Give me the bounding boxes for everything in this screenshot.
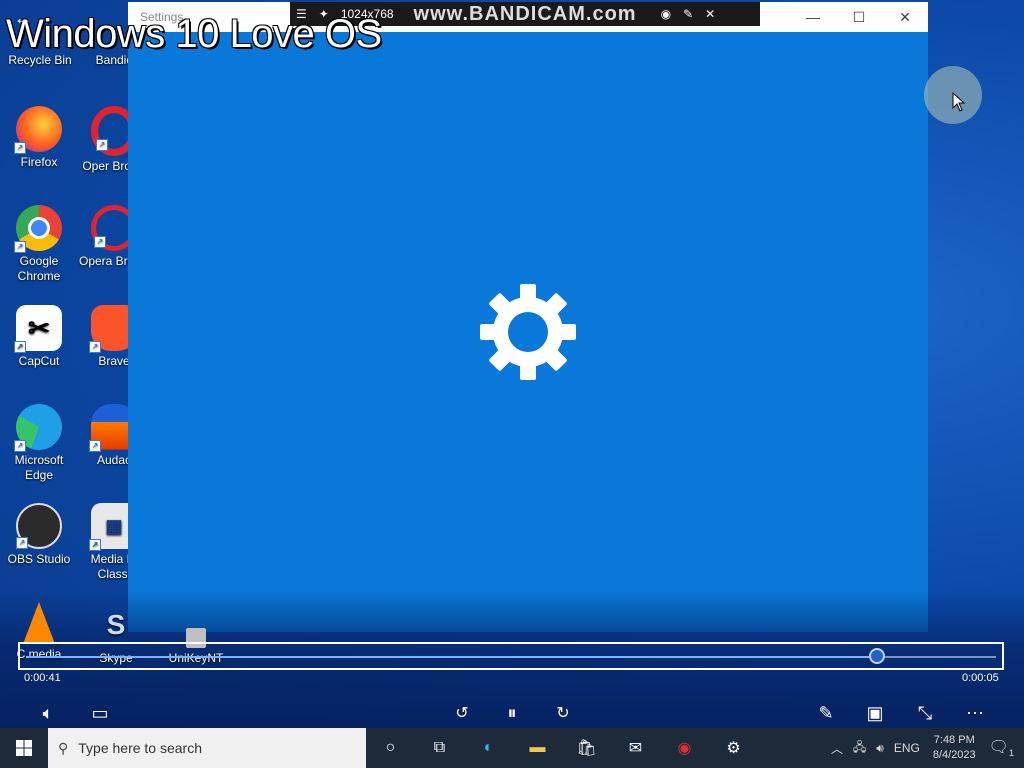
seek-progress xyxy=(26,656,878,658)
store-icon[interactable]: 🛍︎ xyxy=(562,728,611,768)
desktop-icon-label: Google Chrome xyxy=(17,254,61,283)
back-arrow-icon[interactable]: ← xyxy=(14,8,32,29)
desktop-icon-obs[interactable]: ↗ OBS Studio xyxy=(1,503,77,567)
taskbar-search[interactable]: ⚲ Type here to search xyxy=(48,728,366,768)
mouse-cursor-icon xyxy=(952,92,966,112)
taskbar-edge-icon[interactable]: ◐ xyxy=(464,728,513,768)
desktop-icon-chrome[interactable]: ↗ Google Chrome xyxy=(1,205,77,284)
volume-icon[interactable]: 🔈︎ xyxy=(34,700,62,726)
taskbar-settings-icon[interactable]: ⚙ xyxy=(709,728,758,768)
windows-logo-icon xyxy=(16,740,32,756)
firefox-icon: ↗ xyxy=(14,106,62,154)
more-options-icon[interactable]: ⋯ xyxy=(961,700,989,726)
obs-icon: ↗ xyxy=(16,503,62,549)
desktop-icon-firefox[interactable]: ↗ Firefox xyxy=(1,106,77,170)
exit-fullscreen-icon[interactable]: ⤡ xyxy=(911,700,939,726)
system-tray: ︿ 🖧︎ 🔊︎ ENG 7:48 PM 8/4/2023 🗨︎1 xyxy=(826,733,1024,763)
desktop-icon-label: Microsoft Edge xyxy=(14,453,64,482)
settings-gear-icon xyxy=(480,284,576,380)
vlc-icon xyxy=(23,602,55,644)
notification-icon[interactable]: 🗨︎1 xyxy=(989,737,1014,758)
capcut-icon: ✂ ↗ xyxy=(14,305,62,353)
seek-bar[interactable] xyxy=(18,642,1004,670)
rewind-10-icon[interactable]: ↺ xyxy=(448,700,476,726)
clock-time: 7:48 PM xyxy=(933,734,975,746)
taskbar-bandicam-icon[interactable]: ◉ xyxy=(660,728,709,768)
edge-icon: ↗ xyxy=(14,404,62,452)
maximize-button[interactable]: ☐ xyxy=(836,2,882,32)
video-watermark: Windows 10 Love OS xyxy=(6,12,382,56)
start-button[interactable] xyxy=(0,728,48,768)
current-time: 0:00:41 xyxy=(24,672,61,684)
chevron-up-icon[interactable]: ︿ xyxy=(831,740,843,757)
taskbar: ⚲ Type here to search ○ ⧉ ◐ ▬ 🛍︎ ✉ ◉ ⚙ ︿… xyxy=(0,728,1024,768)
camera-icon[interactable]: ◉ xyxy=(661,7,671,21)
notification-count: 1 xyxy=(1008,748,1014,759)
edit-icon[interactable]: ✎ xyxy=(812,700,840,726)
file-explorer-icon[interactable]: ▬ xyxy=(513,728,562,768)
pencil-icon[interactable]: ✎ xyxy=(683,7,693,21)
captions-icon[interactable]: ▭ xyxy=(86,700,114,726)
close-button[interactable]: ✕ xyxy=(882,2,928,32)
desktop-icon-label: CapCut xyxy=(18,354,60,368)
mini-view-icon[interactable]: ▣ xyxy=(861,700,889,726)
desktop-icon-label: Firefox xyxy=(20,155,58,169)
search-icon: ⚲ xyxy=(58,739,69,756)
seek-handle[interactable] xyxy=(868,648,885,664)
chrome-icon: ↗ xyxy=(14,205,62,253)
desktop-icon-edge[interactable]: ↗ Microsoft Edge xyxy=(1,404,77,483)
remaining-time: 0:00:05 xyxy=(962,672,999,684)
settings-window: Settings — ☐ ✕ xyxy=(128,2,928,632)
clock-date: 8/4/2023 xyxy=(932,749,976,761)
mail-icon[interactable]: ✉ xyxy=(611,728,660,768)
cortana-icon[interactable]: ○ xyxy=(366,728,415,768)
network-icon[interactable]: 🖧︎ xyxy=(853,738,866,759)
desktop-icon-capcut[interactable]: ✂ ↗ CapCut xyxy=(1,305,77,369)
forward-30-icon[interactable]: ↻ xyxy=(549,700,577,726)
minimize-button[interactable]: — xyxy=(790,2,836,32)
pause-icon[interactable]: ⏸︎ xyxy=(498,700,526,726)
bandicam-brand: www.BANDICAM.com xyxy=(413,2,637,25)
clock[interactable]: 7:48 PM 8/4/2023 xyxy=(933,733,976,763)
speaker-icon[interactable]: 🔊︎ xyxy=(876,741,884,756)
search-placeholder: Type here to search xyxy=(78,740,203,756)
desktop-icon-label: OBS Studio xyxy=(7,552,71,566)
close-icon[interactable]: ✕ xyxy=(705,7,715,21)
language-indicator[interactable]: ENG xyxy=(894,741,920,755)
task-view-icon[interactable]: ⧉ xyxy=(415,728,464,768)
